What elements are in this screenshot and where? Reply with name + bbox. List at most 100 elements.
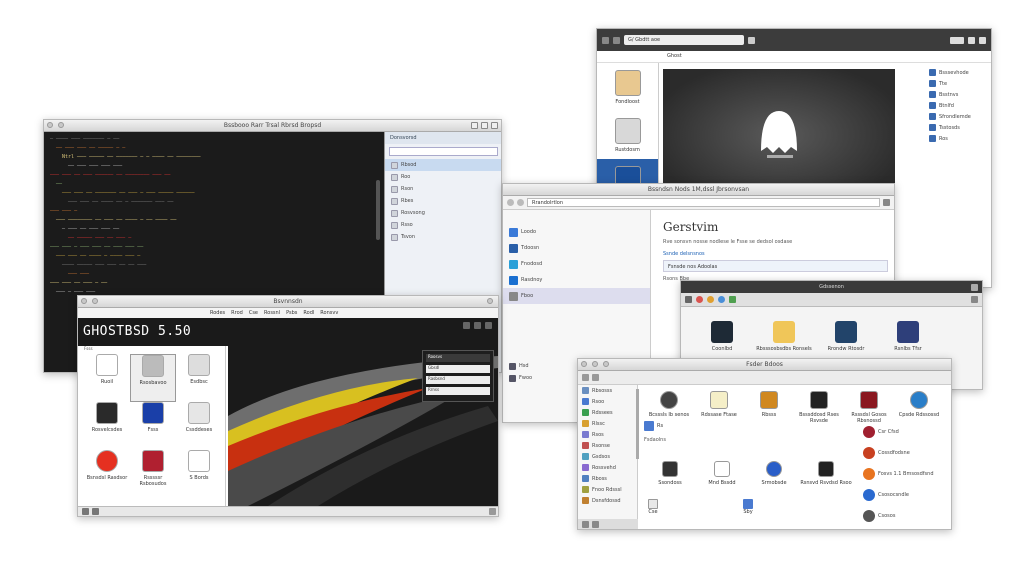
maximize-icon[interactable] (481, 122, 488, 129)
sidebar-item[interactable]: Rsoo (578, 396, 637, 407)
window-control-icon[interactable] (592, 361, 598, 367)
window-control-icon[interactable] (603, 361, 609, 367)
close-icon[interactable] (491, 122, 498, 129)
settings-icon[interactable] (968, 36, 975, 44)
tray-icon[interactable] (474, 322, 481, 329)
list-item[interactable]: Tte (927, 78, 991, 89)
tab-ghost[interactable]: Ghost (667, 53, 682, 59)
status-icon[interactable] (82, 508, 89, 515)
desktop-item[interactable]: Ruoil (84, 354, 130, 402)
close-icon[interactable] (979, 36, 986, 44)
sidebar-item[interactable]: Rasdnoy (503, 272, 650, 288)
fm-item[interactable]: Rsnlbs Tfsr (877, 321, 939, 361)
folder-icon[interactable] (644, 421, 654, 431)
tray-icon[interactable] (463, 322, 470, 329)
menu-item[interactable]: Rrod (231, 310, 243, 318)
list-item[interactable]: Bsssevhode (927, 67, 991, 78)
sidebar-item[interactable]: Rboss (578, 473, 637, 484)
menu-item[interactable]: Rossnl (264, 310, 280, 318)
window-control-icon[interactable] (81, 298, 87, 304)
files-scrollbar[interactable] (636, 389, 639, 459)
desktop-item[interactable]: Esdbsc (176, 354, 222, 402)
bookmark-icon[interactable] (748, 36, 755, 44)
fm-item[interactable]: Rrondw Rtosdr (815, 321, 877, 361)
login-field[interactable]: Gbsdl (426, 365, 490, 373)
file-item[interactable]: Srmobsde (748, 461, 800, 497)
list-item[interactable]: Sfrondlemde (927, 111, 991, 122)
fm-item[interactable]: Coonlbd (691, 321, 753, 361)
desktop-item[interactable]: Rsssssr Rsbosudos (130, 450, 176, 498)
file-icon[interactable] (648, 499, 658, 509)
fm-item[interactable]: Rbsssosbsdbs Ronsels (753, 321, 815, 361)
sidebar-item[interactable]: Fnoo Rdsssl (578, 484, 637, 495)
list-item[interactable]: Fosvs 1.1 Bmsosdfsnd (863, 463, 951, 484)
forward-icon[interactable] (613, 36, 620, 44)
sidebar-item[interactable]: Rson (385, 183, 501, 195)
login-field[interactable]: Roosvs (426, 354, 490, 362)
sidebar-item[interactable]: Rsonse (578, 440, 637, 451)
desktop-item[interactable]: Cssddeses (176, 402, 222, 450)
back-icon[interactable] (602, 36, 609, 44)
sidebar-item[interactable]: Fnodosd (503, 256, 650, 272)
sidebar-item[interactable]: Fboo (503, 288, 650, 304)
window-control-icon[interactable] (47, 122, 53, 128)
sidebar-search-input[interactable] (389, 147, 498, 156)
stop-icon[interactable] (696, 296, 703, 303)
desktop-item[interactable]: Rsosbavoo (130, 354, 176, 402)
minimize-icon[interactable] (471, 122, 478, 129)
list-item[interactable]: Csosos (863, 505, 951, 526)
sidebar-item[interactable]: Loodo (503, 224, 650, 240)
status-icon[interactable] (92, 508, 99, 515)
file-item[interactable]: Ssondoss (644, 461, 696, 497)
address-bar[interactable]: Rrandolrtlon (527, 198, 880, 207)
menu-icon[interactable] (883, 199, 890, 206)
sidebar-item[interactable]: Rossvehd (578, 462, 637, 473)
window-control-icon[interactable] (92, 298, 98, 304)
window-control-icon[interactable] (581, 361, 587, 367)
sidebar-item[interactable]: Rbsosss (578, 385, 637, 396)
sidebar-item[interactable]: Fondloost (597, 63, 658, 111)
sidebar-item[interactable]: Tdoosn (503, 240, 650, 256)
window-control-icon[interactable] (58, 122, 64, 128)
sidebar-item[interactable]: Dsnsfdossd (578, 495, 637, 506)
sidebar-item[interactable]: Rsos (578, 429, 637, 440)
back-icon[interactable] (507, 199, 514, 206)
home-icon[interactable] (718, 296, 725, 303)
list-item[interactable]: Csosocsndle (863, 484, 951, 505)
address-bar[interactable]: G/ Gbdtt aoe (624, 35, 744, 45)
sidebar-item[interactable]: Tsvon (385, 231, 501, 243)
list-item[interactable]: Tsstosds (927, 122, 991, 133)
desktop-item[interactable]: Fsss (130, 402, 176, 450)
folder-icon[interactable] (743, 499, 753, 509)
folder-icon[interactable] (729, 296, 736, 303)
reload-icon[interactable] (707, 296, 714, 303)
list-item[interactable]: Btnlfd (927, 100, 991, 111)
desktop-item[interactable]: Bsnsdsl Rasdsor (84, 450, 130, 498)
back-icon[interactable] (685, 296, 692, 303)
list-item[interactable]: Ros (927, 133, 991, 144)
sidebar-item[interactable]: Rdssees (578, 407, 637, 418)
menu-item[interactable]: Ronsvv (320, 310, 338, 318)
menu-item[interactable]: Rodes (210, 310, 225, 318)
list-item[interactable]: Csr Cfsd (863, 421, 951, 442)
desktop-item[interactable]: Rosvelcsdes (84, 402, 130, 450)
list-item[interactable]: Bsstnvs (927, 89, 991, 100)
view-icon[interactable] (971, 296, 978, 303)
settings-icon[interactable] (592, 521, 599, 528)
sidebar-item[interactable]: Rbes (385, 195, 501, 207)
forward-icon[interactable] (592, 374, 599, 381)
login-field[interactable]: Rrnss (426, 387, 490, 395)
tray-icon[interactable] (485, 322, 492, 329)
sidebar-item[interactable]: Gsdsos (578, 451, 637, 462)
close-icon[interactable] (487, 298, 493, 304)
list-item[interactable]: Cossdfodsne (863, 442, 951, 463)
close-icon[interactable] (971, 284, 978, 291)
file-item[interactable]: Mnd Bssdd (696, 461, 748, 497)
scrollbar[interactable] (376, 180, 380, 240)
back-icon[interactable] (582, 374, 589, 381)
form-field[interactable]: Fsnsde nos Adoolas (663, 260, 888, 272)
sidebar-item[interactable]: Rosvsong (385, 207, 501, 219)
add-icon[interactable] (582, 521, 589, 528)
menu-icon[interactable] (950, 36, 964, 44)
desktop-item[interactable]: S Bords (176, 450, 222, 498)
